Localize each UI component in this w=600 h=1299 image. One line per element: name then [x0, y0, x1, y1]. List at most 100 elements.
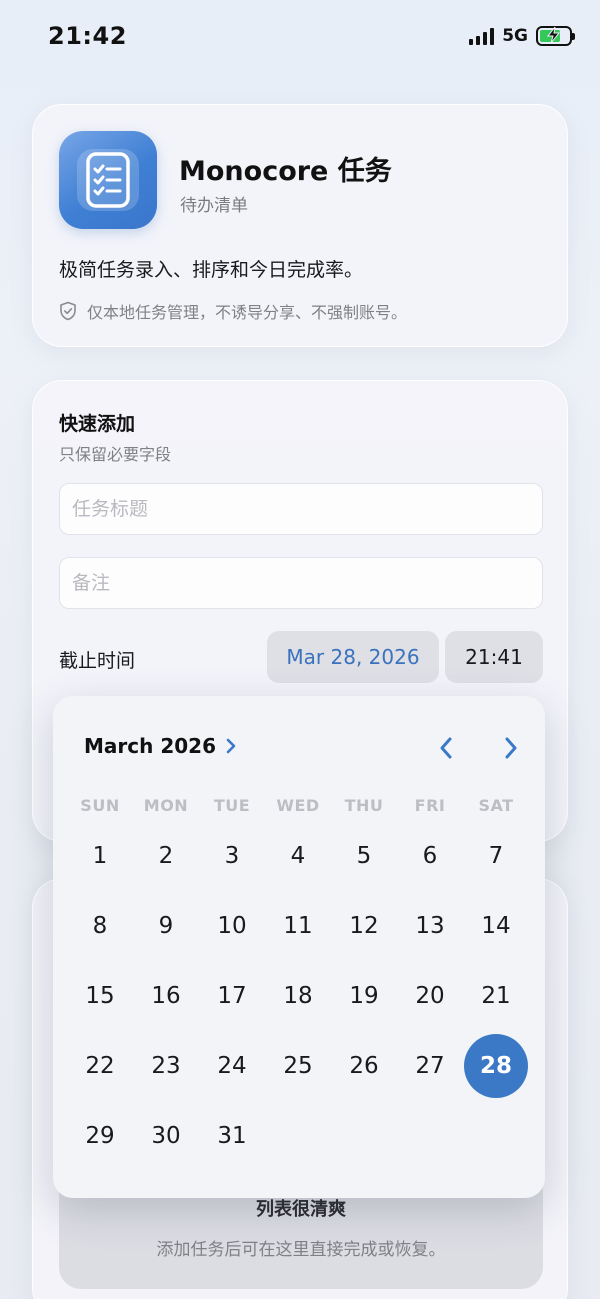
empty-state-subtitle: 添加任务后可在这里直接完成或恢复。 [156, 1240, 446, 1260]
calendar-day[interactable]: 7 [463, 821, 529, 891]
calendar-day[interactable]: 16 [133, 961, 199, 1031]
app-subtitle: 待办清单 [180, 196, 248, 216]
calendar-day[interactable]: 17 [199, 961, 265, 1031]
task-title-input[interactable] [59, 483, 543, 535]
empty-state-title: 列表很清爽 [256, 1199, 346, 1220]
weekday-label: SAT [478, 796, 514, 815]
calendar-day-number: 5 [356, 843, 372, 869]
app-title: Monocore 任务 [179, 156, 392, 187]
calendar-day-number: 11 [283, 913, 313, 939]
calendar-day[interactable]: 10 [199, 891, 265, 961]
privacy-note: 仅本地任务管理，不诱导分享、不强制账号。 [59, 299, 407, 323]
due-date-button[interactable]: Mar 28, 2026 [267, 631, 439, 683]
day-grid: 1 2 3 4 5 6 7 8 9 10 11 12 13 14 15 16 17 18 19 20 21 22 23 24 2… [67, 821, 531, 1171]
calendar-day-number: 20 [415, 983, 445, 1009]
calendar-day-number: 6 [422, 843, 438, 869]
weekday-label: WED [276, 796, 320, 815]
calendar-day[interactable]: 19 [331, 961, 397, 1031]
calendar-day-number: 26 [349, 1053, 379, 1079]
task-note-input[interactable] [59, 557, 543, 609]
calendar-day-number: 12 [349, 913, 379, 939]
calendar-day-number: 1 [92, 843, 108, 869]
month-year-selector[interactable]: March 2026 [84, 734, 236, 758]
date-picker-popover: March 2026 SUN MON TUE WED THU FRI SAT 1… [53, 696, 545, 1198]
calendar-day-number: 25 [283, 1053, 313, 1079]
calendar-day[interactable]: 21 [463, 961, 529, 1031]
calendar-day-number: 15 [85, 983, 115, 1009]
chevron-left-icon [440, 737, 452, 759]
status-time: 21:42 [48, 22, 127, 50]
calendar-day-number: 13 [415, 913, 445, 939]
calendar-day[interactable]: 27 [397, 1031, 463, 1101]
calendar-day-number: 27 [415, 1053, 445, 1079]
calendar-day-number: 16 [151, 983, 181, 1009]
calendar-day[interactable]: 1 [67, 821, 133, 891]
calendar-day-number: 4 [290, 843, 306, 869]
status-indicators: 5G [469, 26, 575, 46]
calendar-day[interactable]: 8 [67, 891, 133, 961]
calendar-day-selected[interactable]: 28 [463, 1031, 529, 1101]
shield-check-icon [60, 301, 76, 321]
weekday-label: THU [344, 796, 384, 815]
calendar-day[interactable]: 25 [265, 1031, 331, 1101]
calendar-day[interactable]: 11 [265, 891, 331, 961]
signal-icon [469, 27, 495, 45]
calendar-day-number: 28 [464, 1034, 528, 1098]
network-type: 5G [502, 26, 528, 46]
calendar-day[interactable]: 20 [397, 961, 463, 1031]
calendar-day-number: 22 [85, 1053, 115, 1079]
quick-add-title: 快速添加 [59, 413, 136, 435]
calendar-day-number: 14 [481, 913, 511, 939]
calendar-day[interactable]: 12 [331, 891, 397, 961]
next-month-button[interactable] [491, 728, 531, 768]
weekday-label: TUE [213, 796, 251, 815]
calendar-day[interactable]: 5 [331, 821, 397, 891]
weekday-header: SUN MON TUE WED THU FRI SAT [67, 796, 531, 815]
calendar-day[interactable]: 3 [199, 821, 265, 891]
calendar-day-number: 8 [92, 913, 108, 939]
calendar-day-number: 18 [283, 983, 313, 1009]
calendar-day-number: 30 [151, 1123, 181, 1149]
calendar-day[interactable]: 29 [67, 1101, 133, 1171]
month-year-label: March 2026 [84, 734, 216, 758]
quick-add-subtitle: 只保留必要字段 [59, 445, 172, 464]
calendar-day[interactable]: 4 [265, 821, 331, 891]
due-time-button[interactable]: 21:41 [445, 631, 543, 683]
calendar-day[interactable]: 23 [133, 1031, 199, 1101]
calendar-day-number: 3 [224, 843, 240, 869]
calendar-day[interactable]: 9 [133, 891, 199, 961]
status-bar: 21:42 5G [0, 0, 600, 76]
calendar-day[interactable]: 18 [265, 961, 331, 1031]
calendar-day-number: 21 [481, 983, 511, 1009]
weekday-label: FRI [414, 796, 446, 815]
calendar-day[interactable]: 30 [133, 1101, 199, 1171]
app-description: 极简任务录入、排序和今日完成率。 [59, 259, 364, 281]
previous-month-button[interactable] [426, 728, 466, 768]
calendar-day-number: 23 [151, 1053, 181, 1079]
calendar-day[interactable]: 22 [67, 1031, 133, 1101]
calendar-day-number: 24 [217, 1053, 247, 1079]
calendar-day-number: 31 [217, 1123, 247, 1149]
calendar-day-number: 9 [158, 913, 174, 939]
calendar-day[interactable]: 15 [67, 961, 133, 1031]
calendar-day[interactable]: 14 [463, 891, 529, 961]
calendar-day-number: 10 [217, 913, 247, 939]
calendar-day[interactable]: 6 [397, 821, 463, 891]
weekday-label: MON [143, 796, 189, 815]
due-label: 截止时间 [59, 650, 136, 672]
calendar-day-number: 2 [158, 843, 174, 869]
calendar-day[interactable]: 24 [199, 1031, 265, 1101]
weekday-label: SUN [80, 796, 120, 815]
calendar-day[interactable]: 26 [331, 1031, 397, 1101]
calendar-day-number: 19 [349, 983, 379, 1009]
chevron-right-small-icon [226, 738, 236, 754]
calendar-day[interactable]: 2 [133, 821, 199, 891]
battery-icon [536, 26, 575, 46]
app-checklist-icon [59, 131, 157, 229]
chevron-right-icon [505, 737, 517, 759]
calendar-day[interactable]: 13 [397, 891, 463, 961]
privacy-text: 仅本地任务管理，不诱导分享、不强制账号。 [87, 303, 408, 322]
calendar-day-number: 7 [488, 843, 504, 869]
calendar-day-number: 17 [217, 983, 247, 1009]
calendar-day[interactable]: 31 [199, 1101, 265, 1171]
